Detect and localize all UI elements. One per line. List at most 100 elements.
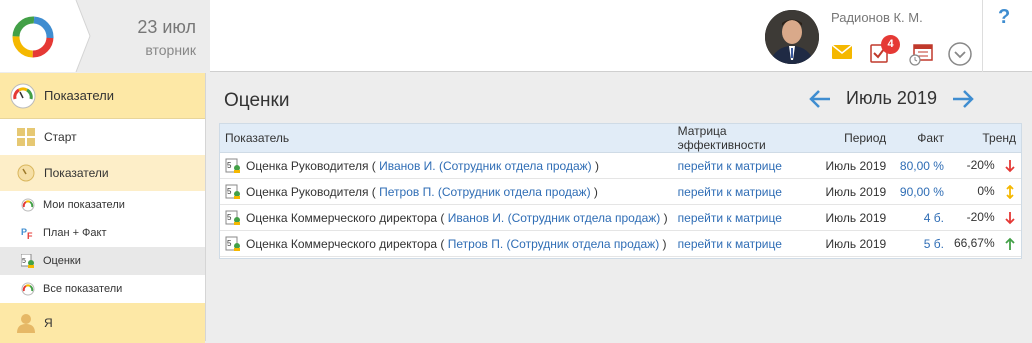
indicator-suffix: ) — [593, 184, 598, 199]
fact-value[interactable]: 4 б. — [891, 204, 949, 231]
avatar-portrait-icon — [765, 10, 819, 64]
arrow-right-icon[interactable] — [951, 89, 975, 109]
rating-icon: 5 — [225, 158, 240, 173]
sidebar-item-label: Я — [44, 316, 53, 330]
indicator-prefix: Оценка Руководителя ( — [246, 184, 376, 199]
indicator-suffix: ) — [595, 158, 600, 173]
indicator-cell: 5 Оценка Руководителя ( Петров П. (Сотру… — [220, 178, 673, 205]
sidebar-item-label: План + Факт — [43, 227, 107, 239]
period-cell: Июль 2019 — [820, 178, 892, 205]
gauge-icon — [20, 281, 36, 297]
sidebar-item-label: Старт — [44, 130, 77, 144]
trend-cell: 0% — [948, 178, 1021, 205]
trend-value: -20% — [966, 158, 995, 173]
column-header-indicator[interactable]: Показатель — [220, 124, 673, 153]
date-panel: 23 июл вторник — [68, 0, 210, 72]
plan-fact-icon: P F — [20, 225, 36, 241]
top-bar: 23 июл вторник Радионов К. М. 4 ? — [0, 0, 1032, 72]
calendar-icon[interactable] — [908, 42, 934, 66]
rating-icon: 5 — [20, 253, 36, 269]
column-header-matrix[interactable]: Матрица эффективности — [672, 124, 821, 153]
sidebar-item-me[interactable]: Я — [0, 303, 205, 343]
period-cell: Июль 2019 — [820, 204, 892, 231]
trend-value: 0% — [977, 184, 995, 199]
sidebar-item-indicators[interactable]: Показатели — [0, 155, 205, 191]
sidebar-item-label: Все показатели — [43, 283, 123, 295]
employee-link[interactable]: Петров П. (Сотрудник отдела продаж) — [379, 185, 590, 199]
employee-link[interactable]: Петров П. (Сотрудник отдела продаж) — [448, 237, 659, 251]
trend-cell: 66,67% — [948, 230, 1021, 257]
sidebar: Показатели Старт Показатели Мои показате… — [0, 73, 206, 343]
ratings-table: Показатель Матрица эффективности Период … — [219, 123, 1022, 259]
trend-arrow-icon — [1005, 237, 1015, 250]
employee-link[interactable]: Иванов И. (Сотрудник отдела продаж) — [448, 211, 661, 225]
indicator-prefix: Оценка Коммерческого директора ( — [246, 210, 445, 225]
svg-text:5: 5 — [227, 187, 232, 196]
user-avatar[interactable] — [765, 10, 819, 64]
gauge-icon — [10, 83, 36, 109]
table-row[interactable]: 5 Оценка Руководителя ( Петров П. (Сотру… — [220, 178, 1021, 205]
employee-link[interactable]: Иванов И. (Сотрудник отдела продаж) — [379, 159, 592, 173]
indicator-prefix: Оценка Коммерческого директора ( — [246, 236, 445, 251]
app-logo-icon — [12, 16, 54, 58]
trend-value: 66,67% — [953, 236, 995, 251]
sidebar-header-indicators[interactable]: Показатели — [0, 73, 205, 119]
logo[interactable] — [0, 0, 70, 72]
sidebar-header-label: Показатели — [44, 88, 114, 103]
matrix-link[interactable]: перейти к матрице — [678, 159, 782, 173]
table-row[interactable]: 5 Оценка Коммерческого директора ( Петро… — [220, 230, 1021, 257]
fact-value[interactable]: 80,00 % — [891, 152, 949, 179]
chevron-down-icon[interactable] — [947, 41, 973, 67]
date-chevron-shape — [68, 0, 91, 72]
trend-arrow-icon — [1006, 184, 1014, 200]
svg-text:F: F — [27, 231, 33, 240]
svg-text:5: 5 — [227, 161, 232, 170]
indicator-cell: 5 Оценка Коммерческого директора ( Петро… — [220, 230, 673, 257]
indicator-cell: 5 Оценка Коммерческого директора ( Ивано… — [220, 204, 673, 231]
period-cell: Июль 2019 — [820, 230, 892, 257]
indicator-suffix: ) — [662, 236, 667, 251]
grid-icon — [16, 127, 36, 147]
table-header-row: Показатель Матрица эффективности Период … — [220, 124, 1021, 153]
matrix-link[interactable]: перейти к матрице — [678, 237, 782, 251]
column-header-fact[interactable]: Факт — [891, 124, 949, 153]
trend-cell: -20% — [948, 204, 1021, 231]
column-header-period[interactable]: Период — [820, 124, 892, 153]
tasks-count-badge: 4 — [881, 35, 900, 54]
gauge-icon — [20, 197, 36, 213]
svg-text:5: 5 — [227, 213, 232, 222]
fact-value[interactable]: 90,00 % — [891, 178, 949, 205]
sidebar-item-ratings[interactable]: 5 Оценки — [0, 247, 205, 275]
current-weekday: вторник — [145, 42, 196, 58]
trend-cell: -20% — [948, 152, 1021, 179]
matrix-link[interactable]: перейти к матрице — [678, 185, 782, 199]
sidebar-item-all-indicators[interactable]: Все показатели — [0, 275, 205, 303]
help-button[interactable]: ? — [982, 0, 1032, 72]
indicator-suffix: ) — [663, 210, 668, 225]
table-row[interactable]: 5 Оценка Коммерческого директора ( Ивано… — [220, 204, 1021, 231]
user-name[interactable]: Радионов К. М. — [831, 10, 923, 25]
help-icon: ? — [998, 6, 1011, 28]
gauge-icon — [16, 163, 36, 183]
page-title: Оценки — [224, 90, 290, 111]
arrow-left-icon[interactable] — [808, 89, 832, 109]
rating-icon: 5 — [225, 210, 240, 225]
column-header-trend[interactable]: Тренд — [948, 124, 1021, 153]
sidebar-item-start[interactable]: Старт — [0, 119, 205, 155]
user-icon — [16, 313, 36, 333]
sidebar-item-label: Показатели — [44, 166, 109, 180]
fact-value[interactable]: 5 б. — [891, 230, 949, 257]
rating-icon: 5 — [225, 184, 240, 199]
table-row[interactable]: 5 Оценка Руководителя ( Иванов И. (Сотру… — [220, 152, 1021, 179]
matrix-link[interactable]: перейти к матрице — [678, 211, 782, 225]
period-label: Июль 2019 — [846, 88, 937, 108]
trend-arrow-icon — [1005, 159, 1015, 173]
sidebar-item-my-indicators[interactable]: Мои показатели — [0, 191, 205, 219]
indicator-cell: 5 Оценка Руководителя ( Иванов И. (Сотру… — [220, 152, 673, 179]
mail-icon[interactable] — [831, 44, 853, 60]
svg-text:5: 5 — [227, 239, 232, 248]
sidebar-item-plan-fact[interactable]: P F План + Факт — [0, 219, 205, 247]
sidebar-item-label: Мои показатели — [43, 199, 125, 211]
indicator-prefix: Оценка Руководителя ( — [246, 158, 376, 173]
period-cell: Июль 2019 — [820, 152, 892, 179]
